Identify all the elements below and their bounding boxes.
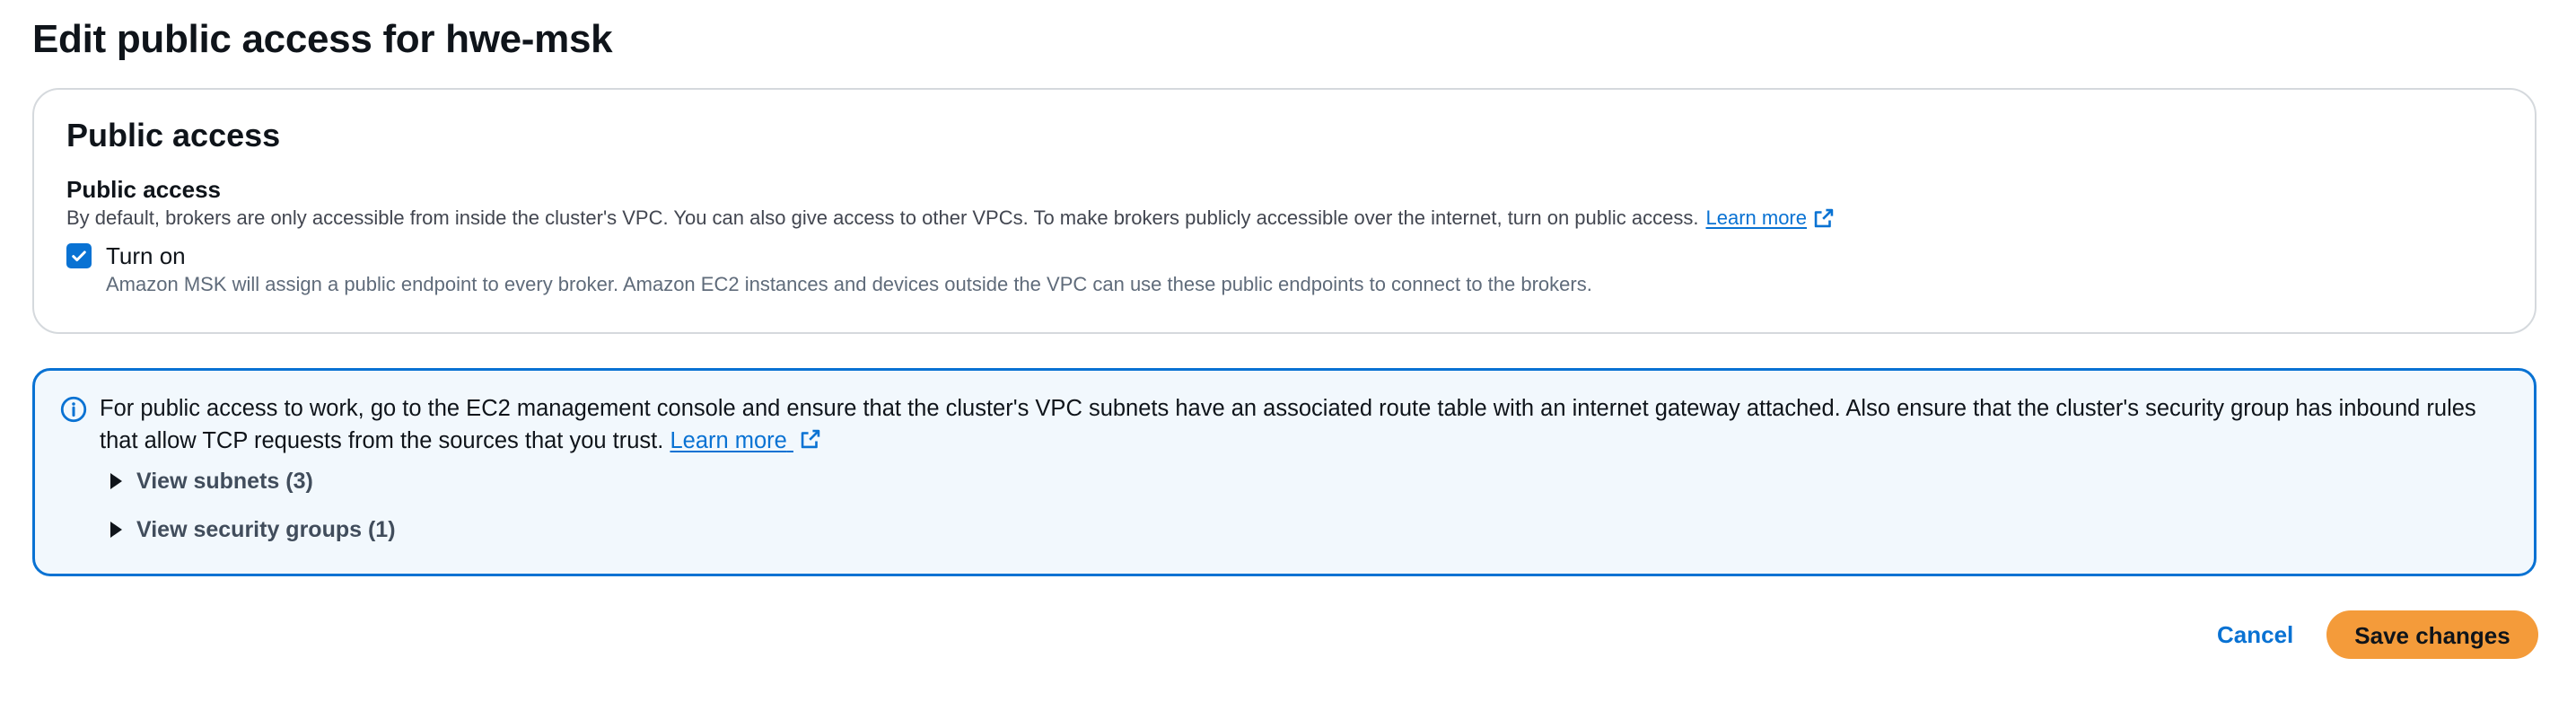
turn-on-checkbox-description: Amazon MSK will assign a public endpoint… [106, 273, 1592, 295]
info-alert-message: For public access to work, go to the EC2… [100, 392, 2514, 457]
checkmark-icon [72, 250, 86, 262]
field-description-text: By default, brokers are only accessible … [66, 206, 1699, 229]
info-alert-learn-more-link[interactable]: Learn more [670, 428, 793, 453]
view-security-groups-label: View security groups (1) [136, 517, 396, 542]
public-access-field-label: Public access [66, 176, 221, 203]
turn-on-checkbox[interactable] [66, 243, 92, 268]
page-title: Edit public access for hwe-msk [32, 17, 613, 61]
public-access-info-alert: For public access to work, go to the EC2… [32, 368, 2537, 576]
info-alert-learn-more-label: Learn more [670, 428, 787, 453]
view-subnets-expander[interactable]: View subnets (3) [110, 466, 313, 496]
turn-on-checkbox-label[interactable]: Turn on [106, 241, 186, 271]
cancel-button[interactable]: Cancel [2210, 610, 2300, 659]
save-changes-button[interactable]: Save changes [2326, 610, 2538, 659]
learn-more-link[interactable]: Learn more [1705, 205, 1807, 232]
view-subnets-label: View subnets (3) [136, 469, 313, 494]
view-security-groups-expander[interactable]: View security groups (1) [110, 514, 396, 545]
caret-right-icon [110, 522, 122, 538]
info-alert-text: For public access to work, go to the EC2… [100, 396, 2476, 453]
panel-heading: Public access [66, 117, 281, 154]
external-link-icon[interactable] [1812, 206, 1836, 230]
edit-public-access-page: Edit public access for hwe-msk Public ac… [0, 0, 2576, 702]
turn-on-checkbox-row[interactable]: Turn on [66, 241, 186, 271]
public-access-field-description: By default, brokers are only accessible … [66, 205, 1836, 232]
caret-right-icon [110, 473, 122, 489]
external-link-icon[interactable] [799, 427, 822, 451]
public-access-panel: Public access Public access By default, … [32, 88, 2537, 334]
info-icon [60, 396, 87, 423]
learn-more-link-label: Learn more [1705, 206, 1807, 229]
